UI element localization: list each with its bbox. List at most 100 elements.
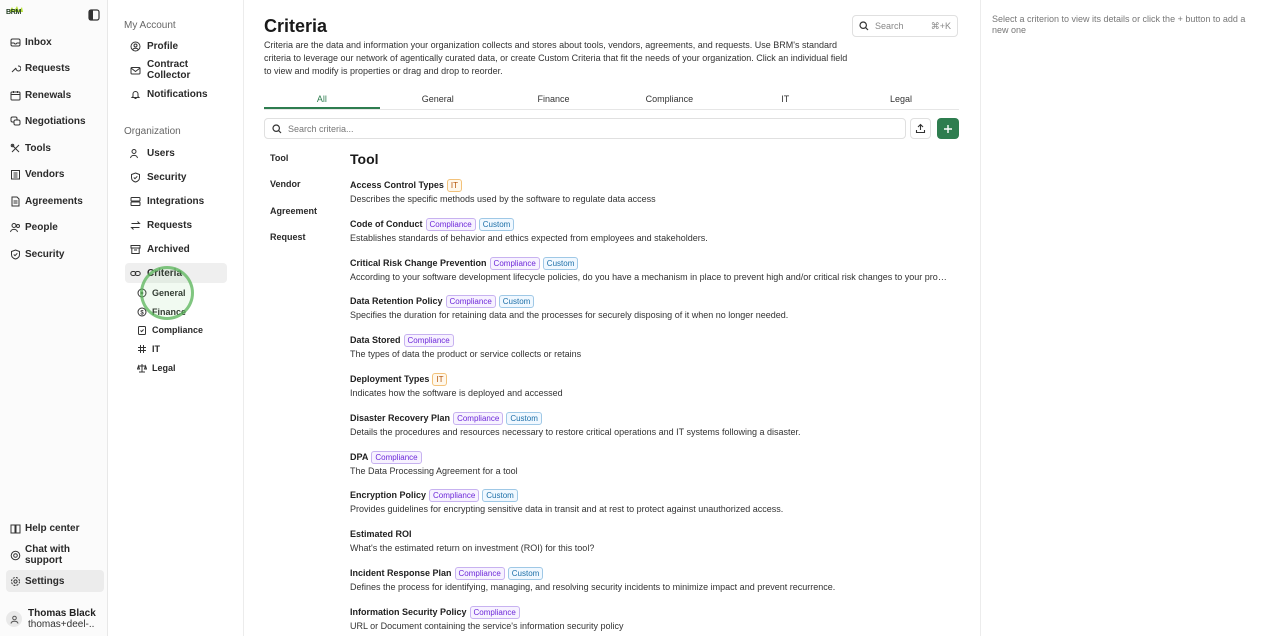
criterion-description: Indicates how the software is deployed a… xyxy=(350,388,563,398)
nav-item-inbox[interactable]: Inbox xyxy=(6,31,104,53)
criteria-sub-legal[interactable]: Legal xyxy=(137,360,176,376)
sidebar-toggle-icon[interactable] xyxy=(88,9,100,21)
nav-label: Renewals xyxy=(25,89,72,101)
plus-icon xyxy=(943,124,953,134)
criterion-description: The Data Processing Agreement for a tool xyxy=(350,466,518,476)
nav-label: Help center xyxy=(25,522,80,534)
settings-item-contract-collector[interactable]: Contract Collector xyxy=(125,59,227,81)
settings-item-users[interactable]: Users xyxy=(125,143,227,163)
criterion-item[interactable]: Data Stored Compliance The types of data t… xyxy=(350,333,950,359)
nav-item-help-center[interactable]: Help center xyxy=(6,517,104,539)
nav-label: Tools xyxy=(25,142,51,154)
tab-compliance[interactable]: Compliance xyxy=(611,90,727,109)
brm-logo[interactable]: BRM xyxy=(6,6,26,22)
organization-heading: Organization xyxy=(124,126,181,137)
category-agreement[interactable]: Agreement xyxy=(270,206,317,216)
search-placeholder: Search xyxy=(875,21,904,31)
criterion-item[interactable]: Critical Risk Change Prevention Complianc… xyxy=(350,256,950,282)
criteria-search-input[interactable]: Search criteria... xyxy=(264,118,906,139)
criterion-item[interactable]: Disaster Recovery Plan Compliance Custom De… xyxy=(350,411,950,437)
settings-label: Requests xyxy=(147,219,193,231)
nav-item-people[interactable]: People xyxy=(6,216,104,238)
criterion-item[interactable]: Incident Response Plan Compliance Custom De… xyxy=(350,566,950,592)
nav-item-tools[interactable]: Tools xyxy=(6,137,104,159)
criterion-name: DPA xyxy=(350,452,369,462)
nav-item-security[interactable]: Security xyxy=(6,243,104,265)
criterion-item[interactable]: Deployment Types IT Indicates how the soft… xyxy=(350,372,950,398)
criterion-item[interactable]: Data Retention Policy Compliance Custom Spe… xyxy=(350,294,950,320)
nav-item-agreements[interactable]: Agreements xyxy=(6,190,104,212)
criterion-name: Data Retention Policy xyxy=(350,296,443,306)
shield-icon xyxy=(10,248,21,260)
nav-item-renewals[interactable]: Renewals xyxy=(6,84,104,106)
my-account-heading: My Account xyxy=(124,20,176,31)
criteria-sub-compliance[interactable]: Compliance xyxy=(137,322,203,338)
criterion-name: Code of Conduct xyxy=(350,219,423,229)
upload-icon xyxy=(915,123,926,134)
tab-legal[interactable]: Legal xyxy=(843,90,959,109)
criterion-header: Data Retention Policy Compliance Custom xyxy=(350,294,950,308)
criterion-description: According to your software development l… xyxy=(350,272,950,282)
criterion-name: Critical Risk Change Prevention xyxy=(350,258,487,268)
gear-icon xyxy=(10,576,21,587)
criterion-description: Specifies the duration for retaining dat… xyxy=(350,310,789,320)
global-search[interactable]: Search ⌘+K xyxy=(852,15,958,37)
tab-it[interactable]: IT xyxy=(727,90,843,109)
settings-item-profile[interactable]: Profile xyxy=(125,36,227,56)
scales-icon xyxy=(137,363,147,373)
details-panel: Select a criterion to view its details o… xyxy=(980,0,1278,636)
criterion-header: Deployment Types IT xyxy=(350,372,950,386)
criterion-item[interactable]: DPA Compliance The Data Processing Agreeme… xyxy=(350,450,950,476)
users-icon xyxy=(130,148,141,159)
tab-finance[interactable]: Finance xyxy=(496,90,612,109)
criterion-header: Data Stored Compliance xyxy=(350,333,950,347)
settings-item-criteria[interactable]: Criteria xyxy=(125,263,227,283)
criterion-description: What's the estimated return on investmen… xyxy=(350,543,595,553)
criterion-item[interactable]: Code of Conduct Compliance Custom Establish… xyxy=(350,217,950,243)
criteria-sub-it[interactable]: IT xyxy=(137,341,160,357)
inbox-icon xyxy=(10,37,21,48)
nav-item-negotiations[interactable]: Negotiations xyxy=(6,110,104,132)
settings-item-requests[interactable]: Requests xyxy=(125,215,227,235)
settings-label: Security xyxy=(147,171,187,183)
category-tool[interactable]: Tool xyxy=(270,153,288,163)
tag-custom: Custom xyxy=(507,566,544,580)
criterion-item[interactable]: Information Security Policy Compliance URL… xyxy=(350,605,950,631)
settings-label: Contract Collector xyxy=(147,59,191,81)
criterion-item[interactable]: Access Control Types IT Describes the spec… xyxy=(350,178,950,204)
category-vendor[interactable]: Vendor xyxy=(270,179,301,189)
tab-all[interactable]: All xyxy=(264,90,380,109)
criterion-item[interactable]: Encryption Policy Compliance Custom Provide… xyxy=(350,488,950,514)
tag-compliance: Compliance xyxy=(425,217,476,231)
upload-button[interactable] xyxy=(910,118,931,139)
bell-icon xyxy=(130,89,141,100)
nav-item-vendors[interactable]: Vendors xyxy=(6,163,104,185)
criterion-header: Estimated ROI xyxy=(350,527,950,541)
criterion-item[interactable]: Estimated ROI What's the estimated return… xyxy=(350,527,950,553)
tools-icon xyxy=(10,143,21,154)
settings-item-security[interactable]: Security xyxy=(125,167,227,187)
sub-label: Legal xyxy=(152,363,176,373)
nav-item-settings[interactable]: Settings xyxy=(6,570,104,592)
criterion-description: The types of data the product or service… xyxy=(350,349,582,359)
search-icon xyxy=(859,21,869,31)
add-criterion-button[interactable] xyxy=(937,118,959,139)
settings-item-notifications[interactable]: Notifications xyxy=(125,84,227,104)
criterion-header: Code of Conduct Compliance Custom xyxy=(350,217,950,231)
nav-item-requests[interactable]: Requests xyxy=(6,57,104,79)
settings-item-archived[interactable]: Archived xyxy=(125,239,227,259)
category-request[interactable]: Request xyxy=(270,232,306,242)
search-icon xyxy=(272,123,282,134)
criteria-sub-general[interactable]: General xyxy=(137,285,186,301)
chat-bubbles-icon xyxy=(10,116,21,127)
tag-compliance: Compliance xyxy=(445,294,496,308)
tab-general[interactable]: General xyxy=(380,90,496,109)
user-menu[interactable]: Thomas Black thomas+deel-... xyxy=(6,604,104,634)
criteria-sub-finance[interactable]: $ Finance xyxy=(137,304,186,320)
nav-item-chat-support[interactable]: Chat with support xyxy=(6,544,104,566)
archive-icon xyxy=(130,244,141,255)
nav-label: Inbox xyxy=(25,36,52,48)
book-icon xyxy=(10,523,21,534)
settings-item-integrations[interactable]: Integrations xyxy=(125,191,227,211)
criterion-name: Deployment Types xyxy=(350,374,430,384)
